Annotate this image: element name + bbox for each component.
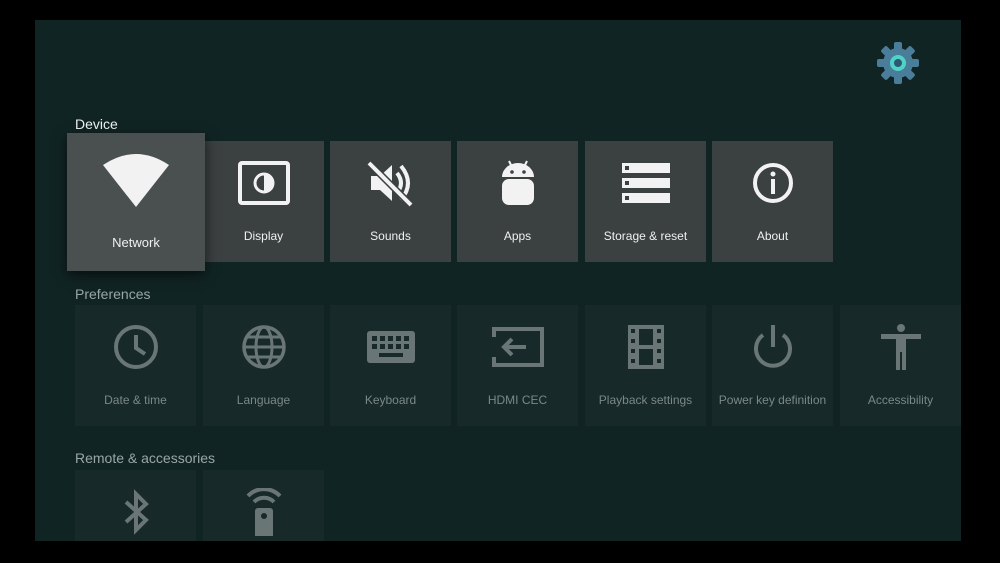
display-icon (237, 161, 290, 205)
remote-control-icon (246, 488, 281, 536)
tile-bluetooth[interactable] (75, 470, 196, 541)
globe-icon (241, 325, 286, 369)
film-icon (627, 325, 664, 369)
tile-label: Power key definition (718, 393, 827, 407)
accessibility-icon (880, 324, 921, 370)
tile-hdmi-cec[interactable]: HDMI CEC (457, 305, 578, 426)
tile-playback-settings[interactable]: Playback settings (585, 305, 706, 426)
tile-accessibility[interactable]: Accessibility (840, 305, 961, 426)
tile-label: About (756, 229, 789, 243)
tile-remote-control[interactable] (203, 470, 324, 541)
section-title-preferences: Preferences (75, 286, 151, 302)
tile-label: Storage & reset (603, 229, 688, 243)
info-icon (752, 163, 793, 203)
tile-display[interactable]: Display (203, 141, 324, 262)
tile-storage-reset[interactable]: Storage & reset (585, 141, 706, 262)
tile-apps[interactable]: Apps (457, 141, 578, 262)
tile-label: Apps (503, 229, 532, 243)
tile-label: Accessibility (867, 393, 934, 407)
section-title-device: Device (75, 116, 118, 132)
tile-language[interactable]: Language (203, 305, 324, 426)
wifi-icon (103, 154, 169, 207)
tile-label: Display (243, 229, 284, 243)
storage-icon (621, 163, 670, 203)
keyboard-icon (366, 331, 415, 363)
tile-sounds[interactable]: Sounds (330, 141, 451, 262)
tile-label: Keyboard (364, 393, 417, 407)
tile-label: Playback settings (598, 393, 693, 407)
tile-keyboard[interactable]: Keyboard (330, 305, 451, 426)
power-icon (753, 325, 792, 368)
android-icon (501, 160, 534, 205)
settings-screen: Device Network Display Sounds Apps Stora… (35, 20, 961, 541)
sound-muted-icon (366, 160, 413, 207)
tile-date-time[interactable]: Date & time (75, 305, 196, 426)
tile-about[interactable]: About (712, 141, 833, 262)
tile-label: Language (236, 393, 291, 407)
section-title-remote-accessories: Remote & accessories (75, 450, 216, 466)
tile-label: Network (112, 235, 160, 250)
tile-network[interactable]: Network (67, 133, 205, 271)
clock-icon (113, 325, 158, 369)
tile-label: Date & time (104, 393, 167, 407)
hdmi-input-icon (491, 327, 544, 367)
gear-icon[interactable] (875, 40, 921, 86)
tile-power-key-definition[interactable]: Power key definition (712, 305, 833, 426)
tile-label: Sounds (370, 229, 411, 243)
tile-label: HDMI CEC (487, 393, 548, 407)
bluetooth-icon (124, 489, 149, 535)
